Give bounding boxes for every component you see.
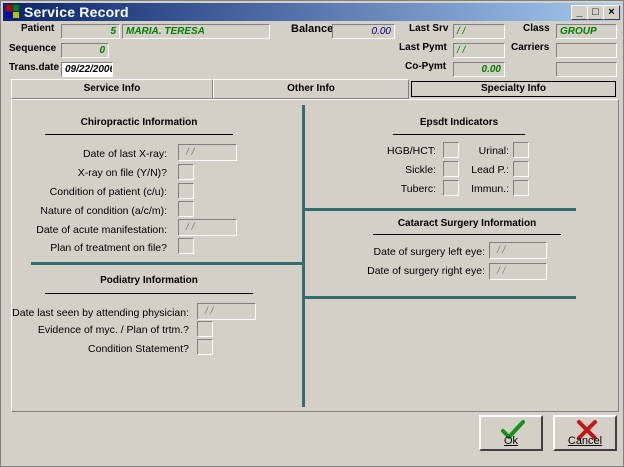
tab-service-info[interactable]: Service Info <box>11 79 213 99</box>
last-srv-field[interactable]: / / <box>453 24 505 39</box>
tuberc-field[interactable] <box>443 180 459 196</box>
title-bar[interactable]: Service Record _ □ × <box>3 3 621 21</box>
sickle-label: Sickle: <box>405 164 436 176</box>
sequence-label: Sequence <box>9 43 57 54</box>
tab-specialty-info[interactable]: Specialty Info <box>411 81 616 97</box>
condition-statement-label: Condition Statement? <box>88 343 189 355</box>
service-record-window: Service Record _ □ × Patient 5 MARIA. TE… <box>0 0 624 467</box>
copymt-label: Co-Pymt <box>405 61 447 72</box>
xray-on-file-label: X-ray on file (Y/N)? <box>77 167 167 179</box>
nature-condition-field[interactable] <box>178 201 194 217</box>
chiropractic-rule <box>45 134 233 135</box>
podiatry-title: Podiatry Information <box>100 275 198 286</box>
tuberc-label: Tuberc: <box>400 183 436 195</box>
ok-label: Ok <box>503 435 519 447</box>
urinal-label: Urinal: <box>478 145 509 157</box>
carriers-field[interactable] <box>556 43 617 58</box>
hgb-hct-label: HGB/HCT: <box>386 145 436 157</box>
window-title: Service Record <box>24 4 129 20</box>
lead-p-field[interactable] <box>513 161 529 177</box>
last-srv-label: Last Srv <box>409 23 449 34</box>
right-divider-top <box>304 208 576 211</box>
evidence-myc-label: Evidence of myc. / Plan of trtm.? <box>37 324 189 336</box>
extra-field[interactable] <box>556 62 617 77</box>
class-field[interactable]: GROUP <box>556 24 617 39</box>
class-label: Class <box>523 23 550 34</box>
carriers-label: Carriers <box>511 42 550 53</box>
right-divider-bottom <box>304 296 576 299</box>
plan-treatment-field[interactable] <box>178 238 194 254</box>
surgery-right-eye-label: Date of surgery right eye: <box>367 265 485 277</box>
nature-condition-label: Nature of condition (a/c/m): <box>40 205 167 217</box>
immun-label: Immun.: <box>471 183 509 195</box>
surgery-left-eye-label: Date of surgery left eye: <box>373 246 485 258</box>
maximize-button[interactable]: □ <box>587 5 604 20</box>
copymt-field[interactable]: 0.00 <box>453 62 505 77</box>
surgery-left-eye-field[interactable]: / / <box>489 242 547 259</box>
surgery-right-eye-field[interactable]: / / <box>489 263 547 280</box>
plan-treatment-label: Plan of treatment on file? <box>50 242 167 254</box>
podiatry-rule <box>45 293 253 294</box>
patient-label: Patient <box>21 23 55 34</box>
cataract-rule <box>373 234 561 235</box>
hgb-hct-field[interactable] <box>443 142 459 158</box>
condition-statement-field[interactable] <box>197 339 213 355</box>
urinal-field[interactable] <box>513 142 529 158</box>
ok-button[interactable]: Ok <box>479 415 543 451</box>
cancel-label: Cancel <box>567 435 603 447</box>
acute-manifestation-field[interactable]: / / <box>178 219 237 236</box>
lead-p-label: Lead P.: <box>471 164 509 176</box>
last-pymt-field[interactable]: / / <box>453 43 505 58</box>
last-seen-label: Date last seen by attending physician: <box>12 307 189 319</box>
tab-strip: Service Info Other Info Specialty Info <box>11 79 618 99</box>
left-divider <box>31 262 303 265</box>
cataract-title: Cataract Surgery Information <box>397 218 537 229</box>
tab-other-info[interactable]: Other Info <box>213 79 409 99</box>
balance-field[interactable]: 0.00 <box>332 24 395 39</box>
patient-id-field[interactable]: 5 <box>61 24 120 39</box>
vertical-divider <box>302 105 305 407</box>
condition-patient-label: Condition of patient (c/u): <box>49 186 167 198</box>
trans-date-field[interactable]: 09/22/2006 <box>61 62 113 77</box>
epsdt-title: Epsdt Indicators <box>419 117 499 128</box>
sickle-field[interactable] <box>443 161 459 177</box>
evidence-myc-field[interactable] <box>197 321 213 337</box>
patient-name-field[interactable]: MARIA. TERESA <box>122 24 270 39</box>
sequence-field[interactable]: 0 <box>61 43 109 58</box>
xray-on-file-field[interactable] <box>178 164 194 180</box>
last-xray-field[interactable]: / / <box>178 144 237 161</box>
condition-patient-field[interactable] <box>178 183 194 199</box>
last-xray-label: Date of last X-ray: <box>82 148 167 160</box>
balance-label: Balance <box>291 23 334 35</box>
app-icon <box>6 5 20 19</box>
trans-date-label: Trans.date <box>9 62 60 73</box>
last-seen-field[interactable]: / / <box>197 303 256 320</box>
epsdt-rule <box>393 134 525 135</box>
acute-manifestation-label: Date of acute manifestation: <box>36 224 167 236</box>
chiropractic-title: Chiropractic Information <box>80 117 198 128</box>
close-button[interactable]: × <box>603 5 620 20</box>
immun-field[interactable] <box>513 180 529 196</box>
last-pymt-label: Last Pymt <box>399 42 447 53</box>
cancel-button[interactable]: Cancel <box>553 415 617 451</box>
minimize-button[interactable]: _ <box>571 5 588 20</box>
